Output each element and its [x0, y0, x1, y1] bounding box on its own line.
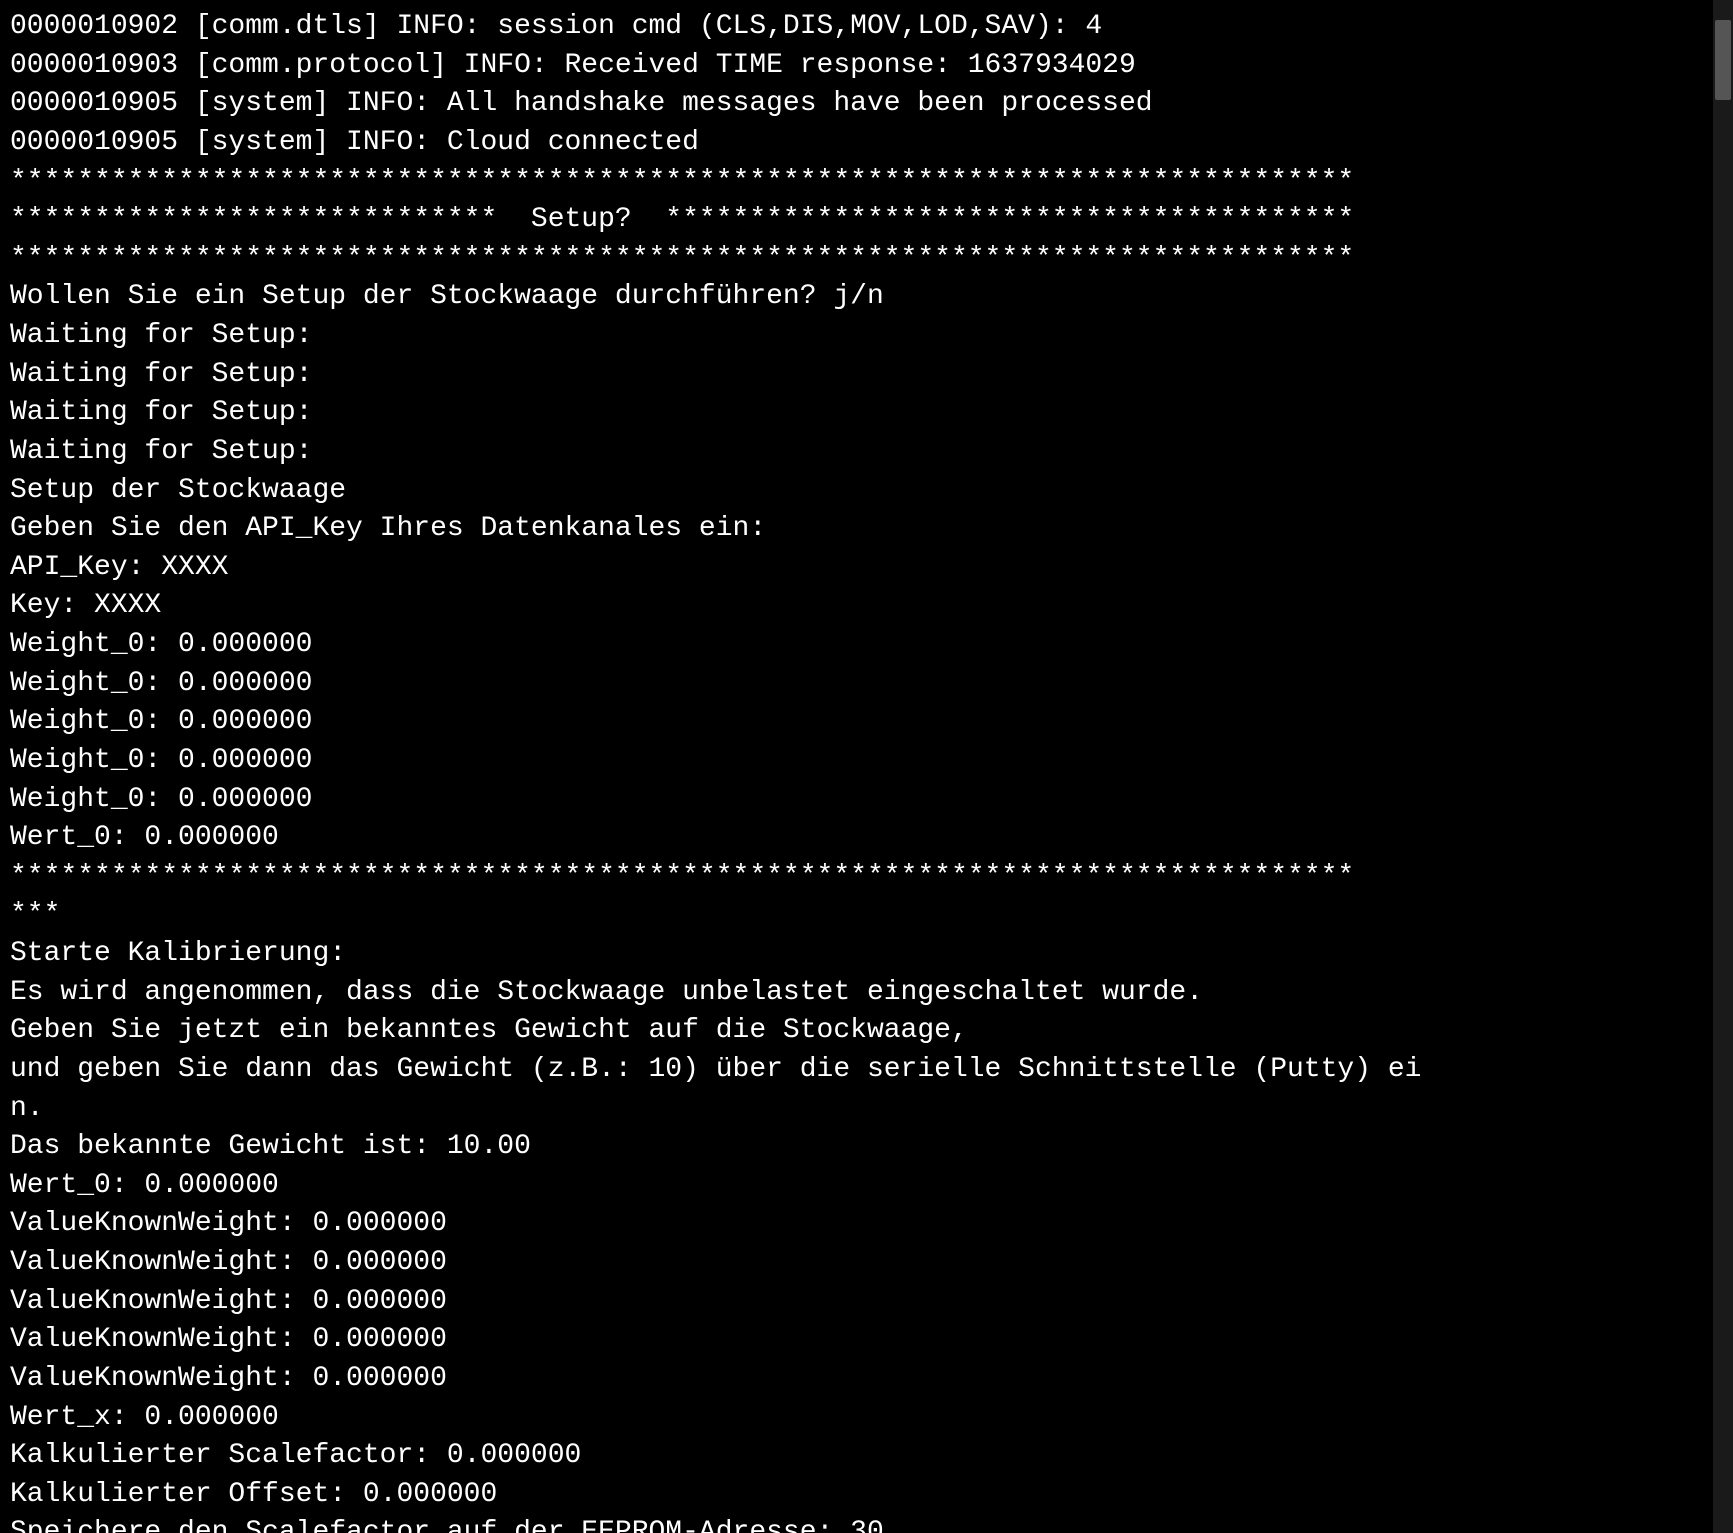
terminal-line: 0000010905 [system] INFO: All handshake … — [10, 85, 1690, 124]
terminal-line: Wollen Sie ein Setup der Stockwaage durc… — [10, 278, 1690, 317]
terminal-line: 0000010902 [comm.dtls] INFO: session cmd… — [10, 8, 1690, 47]
terminal-line: Wert_0: 0.000000 — [10, 1167, 1690, 1206]
terminal-line: Weight_0: 0.000000 — [10, 665, 1690, 704]
terminal-line: ****************************************… — [10, 163, 1690, 202]
terminal-line: Speichere den Scalefactor auf der EEPROM… — [10, 1514, 1690, 1533]
terminal-line: ValueKnownWeight: 0.000000 — [10, 1244, 1690, 1283]
terminal-line: Waiting for Setup: — [10, 356, 1690, 395]
terminal-window[interactable]: 0000010902 [comm.dtls] INFO: session cmd… — [0, 0, 1700, 1533]
terminal-line: ValueKnownWeight: 0.000000 — [10, 1283, 1690, 1322]
terminal-line: 0000010905 [system] INFO: Cloud connecte… — [10, 124, 1690, 163]
terminal-output: 0000010902 [comm.dtls] INFO: session cmd… — [10, 8, 1690, 1533]
terminal-line: Weight_0: 0.000000 — [10, 626, 1690, 665]
terminal-line: ValueKnownWeight: 0.000000 — [10, 1205, 1690, 1244]
terminal-line: Waiting for Setup: — [10, 394, 1690, 433]
terminal-line: API_Key: XXXX — [10, 549, 1690, 588]
terminal-line: n. — [10, 1090, 1690, 1129]
terminal-line: ***************************** Setup? ***… — [10, 201, 1690, 240]
terminal-line: ValueKnownWeight: 0.000000 — [10, 1360, 1690, 1399]
terminal-line: Weight_0: 0.000000 — [10, 703, 1690, 742]
terminal-line: ValueKnownWeight: 0.000000 — [10, 1321, 1690, 1360]
terminal-line: ****************************************… — [10, 240, 1690, 279]
scrollbar[interactable] — [1713, 0, 1733, 1533]
terminal-line: *** — [10, 896, 1690, 935]
terminal-line: Weight_0: 0.000000 — [10, 781, 1690, 820]
terminal-line: Wert_0: 0.000000 — [10, 819, 1690, 858]
terminal-line: Kalkulierter Scalefactor: 0.000000 — [10, 1437, 1690, 1476]
terminal-line: Setup der Stockwaage — [10, 472, 1690, 511]
terminal-line: und geben Sie dann das Gewicht (z.B.: 10… — [10, 1051, 1690, 1090]
terminal-line: Wert_x: 0.000000 — [10, 1399, 1690, 1438]
scrollbar-thumb[interactable] — [1715, 20, 1731, 100]
terminal-line: Geben Sie jetzt ein bekanntes Gewicht au… — [10, 1012, 1690, 1051]
terminal-line: Geben Sie den API_Key Ihres Datenkanales… — [10, 510, 1690, 549]
terminal-line: ****************************************… — [10, 858, 1690, 897]
terminal-line: Waiting for Setup: — [10, 317, 1690, 356]
terminal-line: 0000010903 [comm.protocol] INFO: Receive… — [10, 47, 1690, 86]
terminal-line: Key: XXXX — [10, 587, 1690, 626]
terminal-line: Weight_0: 0.000000 — [10, 742, 1690, 781]
terminal-line: Waiting for Setup: — [10, 433, 1690, 472]
terminal-line: Das bekannte Gewicht ist: 10.00 — [10, 1128, 1690, 1167]
terminal-line: Starte Kalibrierung: — [10, 935, 1690, 974]
terminal-line: Es wird angenommen, dass die Stockwaage … — [10, 974, 1690, 1013]
terminal-line: Kalkulierter Offset: 0.000000 — [10, 1476, 1690, 1515]
